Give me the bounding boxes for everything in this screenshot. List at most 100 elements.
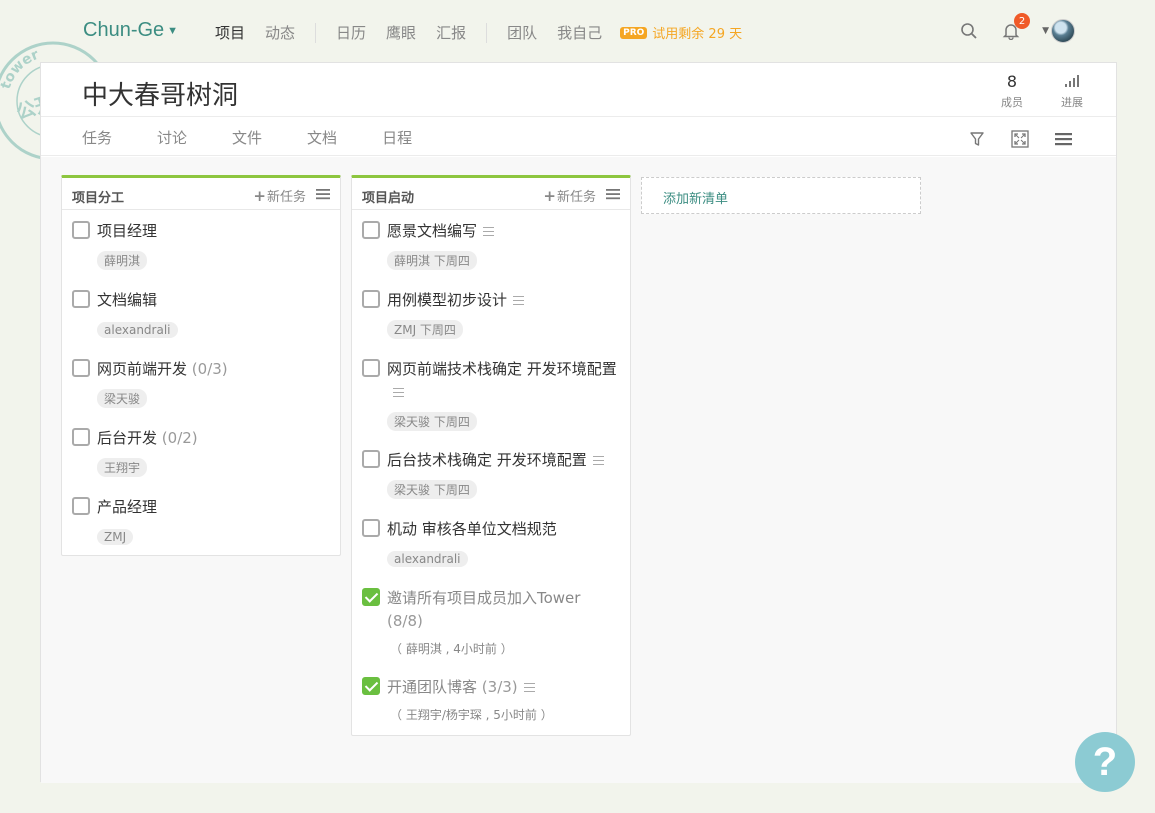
tab-list: 任务 讨论 文件 文档 日程 (82, 127, 457, 148)
assignee-tag[interactable]: 梁天骏 (97, 389, 148, 408)
user-menu[interactable]: ▼ (1042, 19, 1075, 43)
description-icon (393, 388, 404, 397)
new-task-button[interactable]: + 新任务 (253, 186, 306, 206)
todo-title[interactable]: 愿景文档编写 (387, 220, 618, 243)
description-icon (483, 227, 495, 236)
completion-meta: （ 薛明淇 , 4小时前 ） (390, 642, 513, 656)
members-count: 8 (1006, 71, 1018, 91)
assignee-tag[interactable]: 梁天骏 下周四 (387, 412, 477, 431)
todo-checkbox[interactable] (72, 497, 90, 515)
fullscreen-button[interactable] (1007, 126, 1033, 152)
tab-files[interactable]: 文件 (232, 127, 262, 148)
hamburger-menu-icon (606, 188, 620, 199)
todo-checkbox[interactable] (362, 450, 380, 468)
hamburger-menu-icon (316, 188, 330, 199)
assignee-tag[interactable]: 薛明淇 下周四 (387, 251, 477, 270)
todo-checkbox[interactable] (362, 359, 380, 377)
list-menu-button[interactable] (606, 188, 620, 204)
list-menu-button[interactable] (316, 188, 330, 204)
todo-title[interactable]: 用例模型初步设计 (387, 289, 618, 312)
nav-me[interactable]: 我自己 (557, 22, 602, 43)
team-switcher[interactable]: Chun-Ge ▼ (83, 19, 178, 42)
todo-checkbox[interactable] (362, 290, 380, 308)
list-header: 项目分工 + 新任务 (62, 178, 340, 210)
todo-item: 项目经理 薛明淇 (62, 210, 340, 279)
signal-bars-icon (1065, 75, 1079, 87)
tab-tasks[interactable]: 任务 (82, 127, 112, 148)
nav-projects[interactable]: 项目 (215, 22, 245, 43)
todo-checkbox[interactable] (72, 428, 90, 446)
todo-item: 网页前端技术栈确定 开发环境配置 梁天骏 下周四 (352, 348, 630, 431)
tab-schedule[interactable]: 日程 (382, 127, 412, 148)
todo-title[interactable]: 后台开发 (0/2) (97, 427, 328, 450)
todo-title[interactable]: 开通团队博客 (3/3) (387, 676, 618, 699)
assignee-tag[interactable]: alexandrali (97, 322, 178, 338)
description-icon (523, 683, 535, 692)
list-title: 项目启动 (362, 191, 415, 206)
menu-button[interactable] (1050, 126, 1076, 152)
team-name: Chun-Ge (83, 19, 165, 41)
assignee-tag[interactable]: ZMJ (97, 529, 134, 545)
nav-divider (315, 22, 317, 43)
nav-team[interactable]: 团队 (507, 22, 537, 43)
todo-item: 文档编辑 alexandrali (62, 279, 340, 348)
todo-title[interactable]: 后台技术栈确定 开发环境配置 (387, 449, 618, 472)
pro-badge: PRO (620, 26, 648, 39)
todo-title[interactable]: 邀请所有项目成员加入Tower (8/8) (387, 587, 618, 633)
pro-trial-link[interactable]: PRO 试用剩余 29 天 (620, 23, 742, 42)
nav-calendar[interactable]: 日历 (336, 22, 366, 43)
subtask-count: (3/3) (481, 678, 518, 696)
filter-button[interactable] (964, 126, 990, 152)
description-icon (513, 296, 525, 305)
todo-title[interactable]: 产品经理 (97, 496, 328, 519)
search-button[interactable] (956, 18, 982, 44)
subtask-count: (8/8) (387, 612, 423, 630)
new-task-label: 新任务 (266, 190, 306, 205)
todo-item: 用例模型初步设计 ZMJ 下周四 (352, 279, 630, 348)
todo-title[interactable]: 文档编辑 (97, 289, 328, 312)
add-list-button[interactable]: 添加新清单 (641, 177, 921, 214)
avatar (1051, 19, 1075, 43)
assignee-tag[interactable]: alexandrali (387, 551, 468, 567)
todo-title[interactable]: 网页前端开发 (0/3) (97, 358, 328, 381)
help-button[interactable]: ? (1075, 732, 1135, 792)
task-list: 项目分工 + 新任务 项目经理 薛明淇 文档编辑 alexandrali 网页前… (61, 175, 341, 556)
add-list-label: 添加新清单 (663, 192, 729, 207)
todo-checkbox-checked[interactable] (362, 677, 380, 695)
todo-checkbox-checked[interactable] (362, 588, 380, 606)
completion-meta: （ 王翔宇/杨宇琛 , 5小时前 ） (390, 708, 553, 722)
assignee-tag[interactable]: 梁天骏 下周四 (387, 480, 477, 499)
nav-report[interactable]: 汇报 (436, 22, 466, 43)
page-title: 中大春哥树洞 (82, 81, 239, 111)
progress-button[interactable]: 进展 (1042, 71, 1102, 110)
expand-icon (1011, 130, 1029, 148)
task-list: 项目启动 + 新任务 愿景文档编写 薛明淇 下周四 用例模型初步设计 ZMJ 下周… (351, 175, 631, 736)
new-task-button[interactable]: + 新任务 (543, 186, 596, 206)
todo-checkbox[interactable] (362, 221, 380, 239)
todo-title[interactable]: 网页前端技术栈确定 开发环境配置 (387, 358, 618, 404)
notifications-button[interactable]: 2 (998, 13, 1031, 44)
assignee-tag[interactable]: ZMJ 下周四 (387, 320, 463, 339)
progress-label: 进展 (1061, 96, 1083, 109)
todo-item: 后台开发 (0/2) 王翔宇 (62, 417, 340, 486)
tab-discussions[interactable]: 讨论 (157, 127, 187, 148)
assignee-tag[interactable]: 王翔宇 (97, 458, 148, 477)
assignee-tag[interactable]: 薛明淇 (97, 251, 148, 270)
todo-checkbox[interactable] (72, 221, 90, 239)
nav-eagle-eye[interactable]: 鹰眼 (386, 22, 416, 43)
members-button[interactable]: 8 成员 (982, 71, 1042, 110)
todo-title[interactable]: 项目经理 (97, 220, 328, 243)
todo-item: 机动 审核各单位文档规范 alexandrali (352, 508, 630, 577)
project-panel: 中大春哥树洞 8 成员 进展 任务 讨论 文件 文档 日程 项目分工 + 新任务… (40, 62, 1117, 783)
subtask-count: (0/3) (191, 360, 228, 378)
list-header: 项目启动 + 新任务 (352, 178, 630, 210)
nav-activity[interactable]: 动态 (265, 22, 295, 43)
todo-checkbox[interactable] (362, 519, 380, 537)
todo-item-completed: 邀请所有项目成员加入Tower (8/8) （ 薛明淇 , 4小时前 ） (352, 577, 630, 657)
todo-checkbox[interactable] (72, 290, 90, 308)
plus-icon: + (543, 186, 556, 205)
todo-title[interactable]: 机动 审核各单位文档规范 (387, 518, 618, 541)
nav-divider (486, 22, 488, 43)
tab-documents[interactable]: 文档 (307, 127, 337, 148)
todo-checkbox[interactable] (72, 359, 90, 377)
